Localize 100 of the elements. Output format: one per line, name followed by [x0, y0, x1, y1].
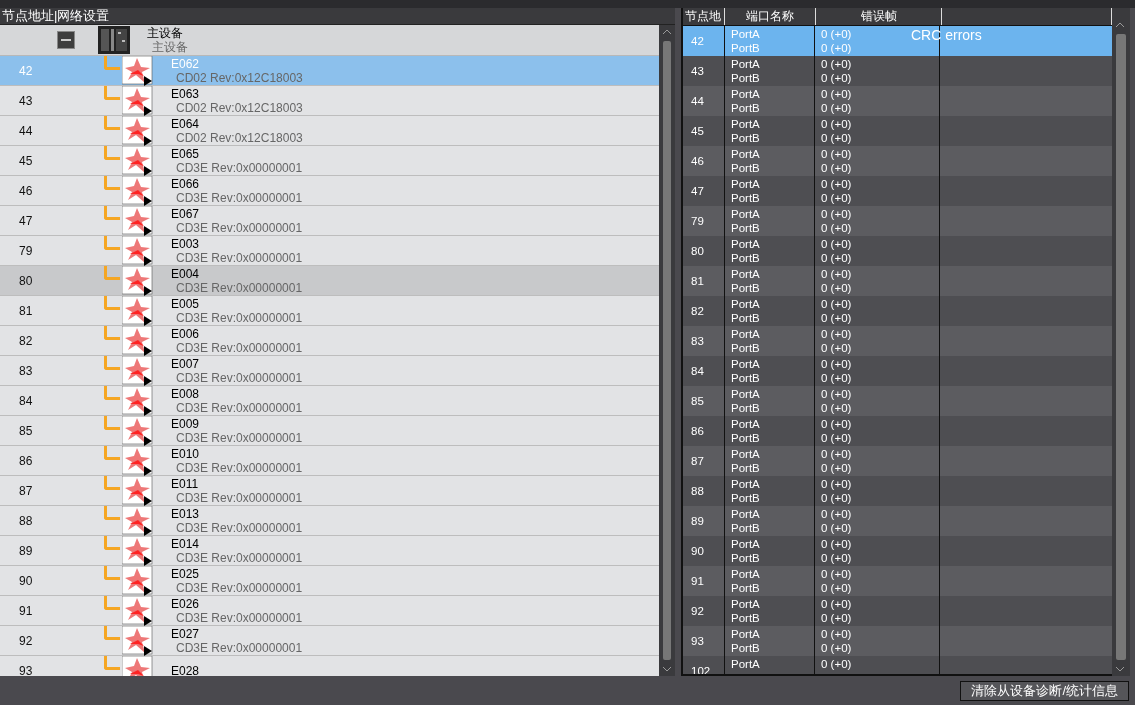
table-cell: PortB — [731, 611, 760, 625]
tree-row[interactable]: 85 E009 CD3E Rev:0x00000001 — [0, 416, 659, 446]
table-row[interactable]: 46 PortA PortB 0 (+0) 0 (+0) — [683, 146, 1113, 176]
table-cell: PortB — [731, 641, 760, 655]
node-address: 88 — [18, 513, 34, 528]
table-cell: 0 (+0) — [821, 431, 852, 445]
table-row[interactable]: 45 PortA PortB 0 (+0) 0 (+0) — [683, 116, 1113, 146]
table-cell: 0 (+0) — [821, 357, 852, 371]
table-row[interactable]: 86 PortA PortB 0 (+0) 0 (+0) — [683, 416, 1113, 446]
table-cell: 0 (+0) — [821, 177, 852, 191]
table-row[interactable]: 88 PortA PortB 0 (+0) 0 (+0) — [683, 476, 1113, 506]
tree-row[interactable]: 92 E027 CD3E Rev:0x00000001 — [0, 626, 659, 656]
table-cell: PortA — [731, 207, 760, 221]
device-icon — [122, 385, 154, 416]
device-name: E009 — [171, 416, 201, 431]
table-cell: PortB — [731, 221, 760, 235]
table-row[interactable]: 92 PortA PortB 0 (+0) 0 (+0) — [683, 596, 1113, 626]
node-address: 46 — [18, 183, 34, 198]
device-name: E063 — [171, 86, 201, 101]
device-name: E027 — [171, 626, 201, 641]
tree-row[interactable]: 84 E008 CD3E Rev:0x00000001 — [0, 386, 659, 416]
tree-row[interactable]: 82 E006 CD3E Rev:0x00000001 — [0, 326, 659, 356]
table-cell: 0 (+0) — [821, 551, 852, 565]
clear-diagnostics-button[interactable]: 清除从设备诊断/统计信息 — [960, 680, 1129, 701]
table-cell: PortB — [731, 581, 760, 595]
table-cell: 0 (+0) — [821, 537, 852, 551]
table-row[interactable]: 44 PortA PortB 0 (+0) 0 (+0) — [683, 86, 1113, 116]
tree-row[interactable]: 86 E010 CD3E Rev:0x00000001 — [0, 446, 659, 476]
node-address: 42 — [18, 63, 34, 78]
device-revision: CD3E Rev:0x00000001 — [176, 610, 303, 625]
device-name: E003 — [171, 236, 201, 251]
tree-row[interactable]: 主设备 主设备 — [0, 25, 659, 56]
tree-row[interactable]: 46 E066 CD3E Rev:0x00000001 — [0, 176, 659, 206]
device-name: E011 — [171, 476, 200, 491]
table-row[interactable]: 83 PortA PortB 0 (+0) 0 (+0) — [683, 326, 1113, 356]
tree-row[interactable]: 88 E013 CD3E Rev:0x00000001 — [0, 506, 659, 536]
device-revision: CD3E Rev:0x00000001 — [176, 310, 303, 325]
column-title: 端口名称 — [725, 8, 816, 25]
table-row[interactable]: 84 PortA PortB 0 (+0) 0 (+0) — [683, 356, 1113, 386]
table-row[interactable]: 90 PortA PortB 0 (+0) 0 (+0) — [683, 536, 1113, 566]
device-icon — [122, 505, 154, 536]
table-cell: PortB — [731, 401, 760, 415]
table-row[interactable]: 82 PortA PortB 0 (+0) 0 (+0) — [683, 296, 1113, 326]
table-row[interactable]: 87 PortA PortB 0 (+0) 0 (+0) — [683, 446, 1113, 476]
device-name: 主设备 — [147, 26, 184, 40]
tree-row[interactable]: 45 E065 CD3E Rev:0x00000001 — [0, 146, 659, 176]
table-cell: 0 (+0) — [821, 267, 852, 281]
table-row[interactable]: 47 PortA PortB 0 (+0) 0 (+0) — [683, 176, 1113, 206]
device-icon — [122, 565, 154, 596]
device-revision: CD3E Rev:0x00000001 — [176, 490, 303, 505]
table-cell: PortB — [731, 281, 760, 295]
device-icon — [122, 205, 154, 236]
table-cell: PortA — [731, 87, 760, 101]
table-cell: 0 (+0) — [821, 371, 852, 385]
device-icon — [122, 475, 154, 506]
node-address: 83 — [18, 363, 34, 378]
tree-row[interactable]: 80 E004 CD3E Rev:0x00000001 — [0, 266, 659, 296]
table-cell: 0 (+0) — [821, 87, 852, 101]
device-icon — [122, 325, 154, 356]
device-name: E064 — [171, 116, 201, 131]
table-row[interactable]: 85 PortA PortB 0 (+0) 0 (+0) — [683, 386, 1113, 416]
tree-row[interactable]: 83 E007 CD3E Rev:0x00000001 — [0, 356, 659, 386]
tree-row[interactable]: 87 E011 CD3E Rev:0x00000001 — [0, 476, 659, 506]
table-cell: PortA — [731, 117, 760, 131]
tree-row[interactable]: 44 E064 CD02 Rev:0x12C18003 — [0, 116, 659, 146]
node-address: 43 — [18, 93, 34, 108]
device-icon — [122, 235, 154, 266]
tree-row[interactable]: 47 E067 CD3E Rev:0x00000001 — [0, 206, 659, 236]
table-cell: 0 (+0) — [821, 207, 852, 221]
table-cell: 0 (+0) — [821, 147, 852, 161]
tree-row[interactable]: 89 E014 CD3E Rev:0x00000001 — [0, 536, 659, 566]
device-name: E028 — [171, 663, 200, 676]
device-revision: CD3E Rev:0x00000001 — [176, 550, 303, 565]
table-row[interactable]: 93 PortA PortB 0 (+0) 0 (+0) — [683, 626, 1113, 656]
table-cell: 0 (+0) — [821, 327, 852, 341]
table-row[interactable]: 80 PortA PortB 0 (+0) 0 (+0) — [683, 236, 1113, 266]
table-cell: 0 (+0) — [821, 491, 852, 505]
node-address: 44 — [18, 123, 34, 138]
node-address: 90 — [18, 573, 34, 588]
tree-row[interactable]: 91 E026 CD3E Rev:0x00000001 — [0, 596, 659, 626]
table-cell: 0 (+0) — [821, 521, 852, 535]
table-row[interactable]: 43 PortA PortB 0 (+0) 0 (+0) — [683, 56, 1113, 86]
table-row[interactable]: 79 PortA PortB 0 (+0) 0 (+0) — [683, 206, 1113, 236]
tree-row[interactable]: 43 E063 CD02 Rev:0x12C18003 — [0, 86, 659, 116]
tree-row[interactable]: 81 E005 CD3E Rev:0x00000001 — [0, 296, 659, 326]
table-row[interactable]: 89 PortA PortB 0 (+0) 0 (+0) — [683, 506, 1113, 536]
device-name: E006 — [171, 326, 201, 341]
table-row[interactable]: 81 PortA PortB 0 (+0) 0 (+0) — [683, 266, 1113, 296]
table-cell: PortA — [731, 357, 760, 371]
tree-row[interactable]: 90 E025 CD3E Rev:0x00000001 — [0, 566, 659, 596]
table-cell: PortB — [731, 371, 760, 385]
collapse-icon[interactable] — [57, 31, 75, 49]
table-cell: 0 (+0) — [821, 57, 852, 71]
table-cell: 0 (+0) — [821, 417, 852, 431]
device-revision: CD3E Rev:0x00000001 — [176, 580, 303, 595]
table-row[interactable]: 91 PortA PortB 0 (+0) 0 (+0) — [683, 566, 1113, 596]
scrollbar[interactable] — [659, 25, 675, 676]
device-icon — [122, 145, 154, 176]
table-cell: PortB — [731, 131, 760, 145]
tree-row[interactable]: 93 E028 — [0, 656, 659, 676]
